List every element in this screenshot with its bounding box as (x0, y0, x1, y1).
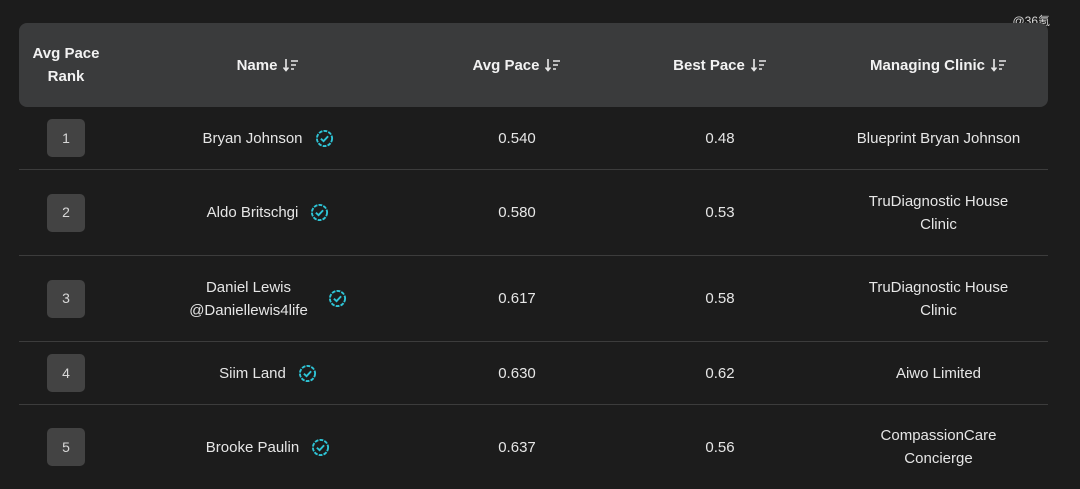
athlete-name[interactable]: Bryan Johnson (202, 127, 302, 150)
table-row[interactable]: 3 Daniel Lewis @Daniellewis4life 0.617 0.… (19, 256, 1048, 342)
avg-pace-cell: 0.617 (498, 290, 536, 307)
clinic-line1: TruDiagnostic House (868, 192, 1009, 210)
header-avg-pace[interactable]: Avg Pace (423, 54, 611, 77)
verified-check-icon (312, 438, 330, 456)
rank-cell: 5 (19, 428, 113, 466)
rank-cell: 3 (19, 279, 113, 318)
header-avg-pace-label: Avg Pace (472, 56, 540, 74)
rank-badge: 5 (47, 428, 85, 466)
clinic-cell: TruDiagnostic House Clinic (829, 276, 1048, 322)
rank-badge: 1 (47, 119, 85, 157)
rank-badge: 3 (47, 279, 85, 318)
rank-cell: 1 (19, 119, 113, 157)
table-header: Avg Pace Rank Name Avg Pace Best Pace Man (19, 23, 1048, 107)
clinic-cell: Blueprint Bryan Johnson (856, 129, 1021, 147)
header-clinic-label: Managing Clinic (869, 56, 985, 74)
clinic-line1: TruDiagnostic House (868, 278, 1009, 296)
clinic-cell: TruDiagnostic House Clinic (829, 190, 1048, 236)
name-cell[interactable]: Daniel Lewis @Daniellewis4life (113, 276, 423, 322)
sort-icon[interactable] (283, 58, 299, 72)
best-pace-cell: 0.62 (705, 364, 735, 382)
leaderboard-table: Avg Pace Rank Name Avg Pace Best Pace Man (19, 23, 1048, 489)
clinic-line2: Concierge (904, 450, 973, 467)
athlete-name-line1: Daniel Lewis (205, 278, 292, 296)
header-name-label: Name (236, 56, 278, 74)
clinic-line2: Clinic (920, 215, 957, 233)
verified-check-icon (315, 129, 333, 147)
header-managing-clinic[interactable]: Managing Clinic (829, 54, 1048, 77)
best-pace-cell: 0.48 (705, 129, 735, 147)
table-row[interactable]: 4 Siim Land 0.630 0.62 Aiwo Limited (19, 342, 1048, 405)
avg-pace-cell: 0.540 (498, 129, 536, 147)
sort-icon[interactable] (545, 58, 561, 72)
athlete-handle: @Daniellewis4life (189, 301, 308, 319)
clinic-line2: Clinic (920, 301, 957, 319)
avg-pace-cell: 0.637 (498, 438, 536, 456)
name-cell[interactable]: Brooke Paulin (113, 436, 423, 459)
athlete-name[interactable]: Brooke Paulin (206, 436, 299, 459)
clinic-line1: CompassionCare (880, 427, 997, 444)
header-best-pace[interactable]: Best Pace (611, 54, 829, 77)
sort-icon[interactable] (750, 58, 767, 72)
verified-check-icon (311, 203, 329, 222)
best-pace-cell: 0.58 (705, 290, 735, 307)
sort-icon[interactable] (991, 58, 1007, 72)
rank-cell: 2 (19, 193, 113, 232)
avg-pace-cell: 0.580 (498, 204, 536, 221)
table-row[interactable]: 2 Aldo Britschgi 0.580 0.53 TruDiagnosti… (19, 170, 1048, 256)
athlete-name[interactable]: Daniel Lewis @Daniellewis4life (189, 276, 308, 322)
athlete-name[interactable]: Aldo Britschgi (207, 201, 299, 224)
header-name[interactable]: Name (113, 54, 423, 77)
rank-badge: 2 (47, 193, 85, 232)
clinic-cell: Aiwo Limited (895, 364, 982, 382)
name-cell[interactable]: Bryan Johnson (113, 127, 423, 150)
rank-badge: 4 (47, 354, 85, 392)
rank-cell: 4 (19, 354, 113, 392)
table-row[interactable]: 5 Brooke Paulin 0.637 0.56 CompassionCar… (19, 405, 1048, 489)
verified-check-icon (298, 364, 316, 382)
table-row[interactable]: 1 Bryan Johnson 0.540 0.48 Blueprint Bry… (19, 107, 1048, 170)
best-pace-cell: 0.56 (705, 438, 735, 456)
athlete-name[interactable]: Siim Land (219, 362, 286, 385)
header-avg-pace-rank: Avg Pace Rank (19, 42, 113, 88)
clinic-cell: CompassionCare Concierge (829, 424, 1048, 470)
best-pace-cell: 0.53 (705, 204, 735, 221)
verified-check-icon (328, 289, 346, 308)
header-best-pace-label: Best Pace (673, 56, 745, 74)
avg-pace-cell: 0.630 (498, 364, 536, 382)
name-cell[interactable]: Siim Land (113, 362, 423, 385)
header-rank-line2: Rank (47, 68, 85, 85)
header-rank-line1: Avg Pace (32, 45, 100, 62)
name-cell[interactable]: Aldo Britschgi (113, 201, 423, 224)
